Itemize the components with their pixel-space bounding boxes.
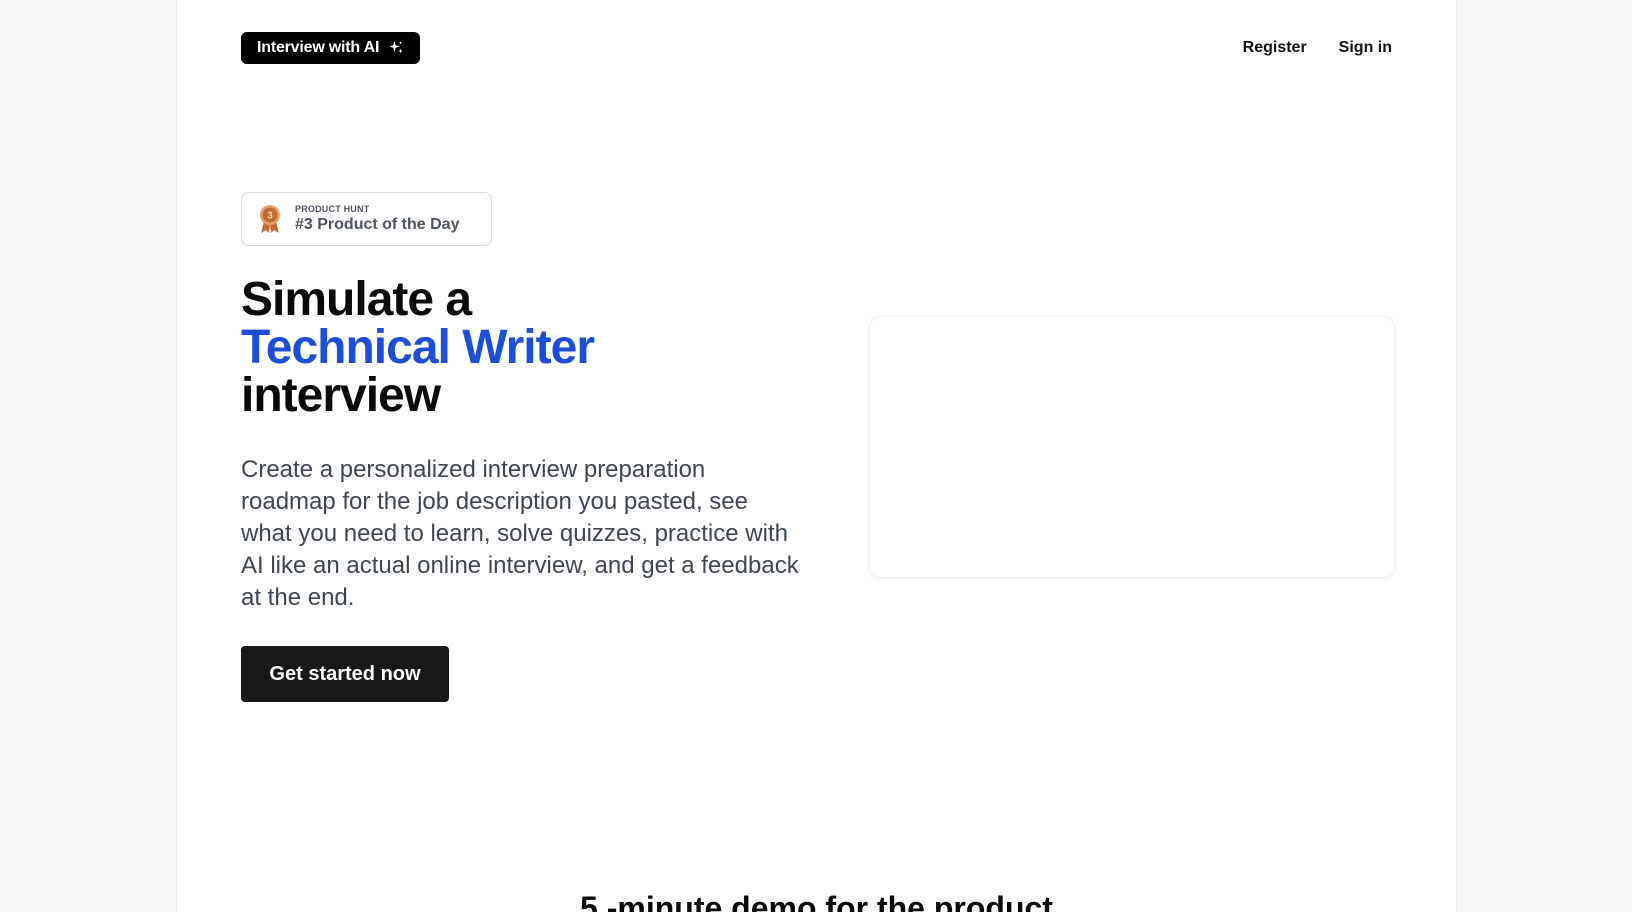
demo-heading: 5 -minute demo for the product — [580, 890, 1053, 912]
sparkles-icon — [389, 41, 403, 54]
demo-video-card[interactable] — [869, 316, 1395, 578]
hero-title: Simulate a Technical Writer interview — [241, 273, 595, 422]
badge-text: PRODUCT HUNT #3 Product of the Day — [295, 204, 459, 234]
hero-title-accent: Technical Writer — [241, 321, 595, 374]
top-nav: Interview with AI Register Sign in — [241, 32, 1392, 64]
medal-icon: 3 — [260, 205, 280, 233]
nav-links: Register Sign in — [1243, 39, 1392, 57]
hero-description: Create a personalized interview preparat… — [241, 456, 799, 611]
get-started-button[interactable]: Get started now — [241, 646, 449, 702]
badge-title: #3 Product of the Day — [295, 216, 460, 233]
signin-link[interactable]: Sign in — [1339, 39, 1392, 57]
product-hunt-badge[interactable]: 3 PRODUCT HUNT #3 Product of the Day — [241, 192, 492, 246]
logo-label: Interview with AI — [257, 39, 380, 56]
medal-number: 3 — [267, 211, 273, 222]
hero-title-line3: interview — [241, 369, 441, 422]
logo-button[interactable]: Interview with AI — [241, 32, 421, 64]
register-link[interactable]: Register — [1243, 39, 1307, 57]
hero-title-line1: Simulate a — [241, 273, 472, 326]
badge-kicker: PRODUCT HUNT — [295, 204, 370, 214]
page-container: Interview with AI Register Sign in 3 PRO… — [176, 0, 1457, 912]
